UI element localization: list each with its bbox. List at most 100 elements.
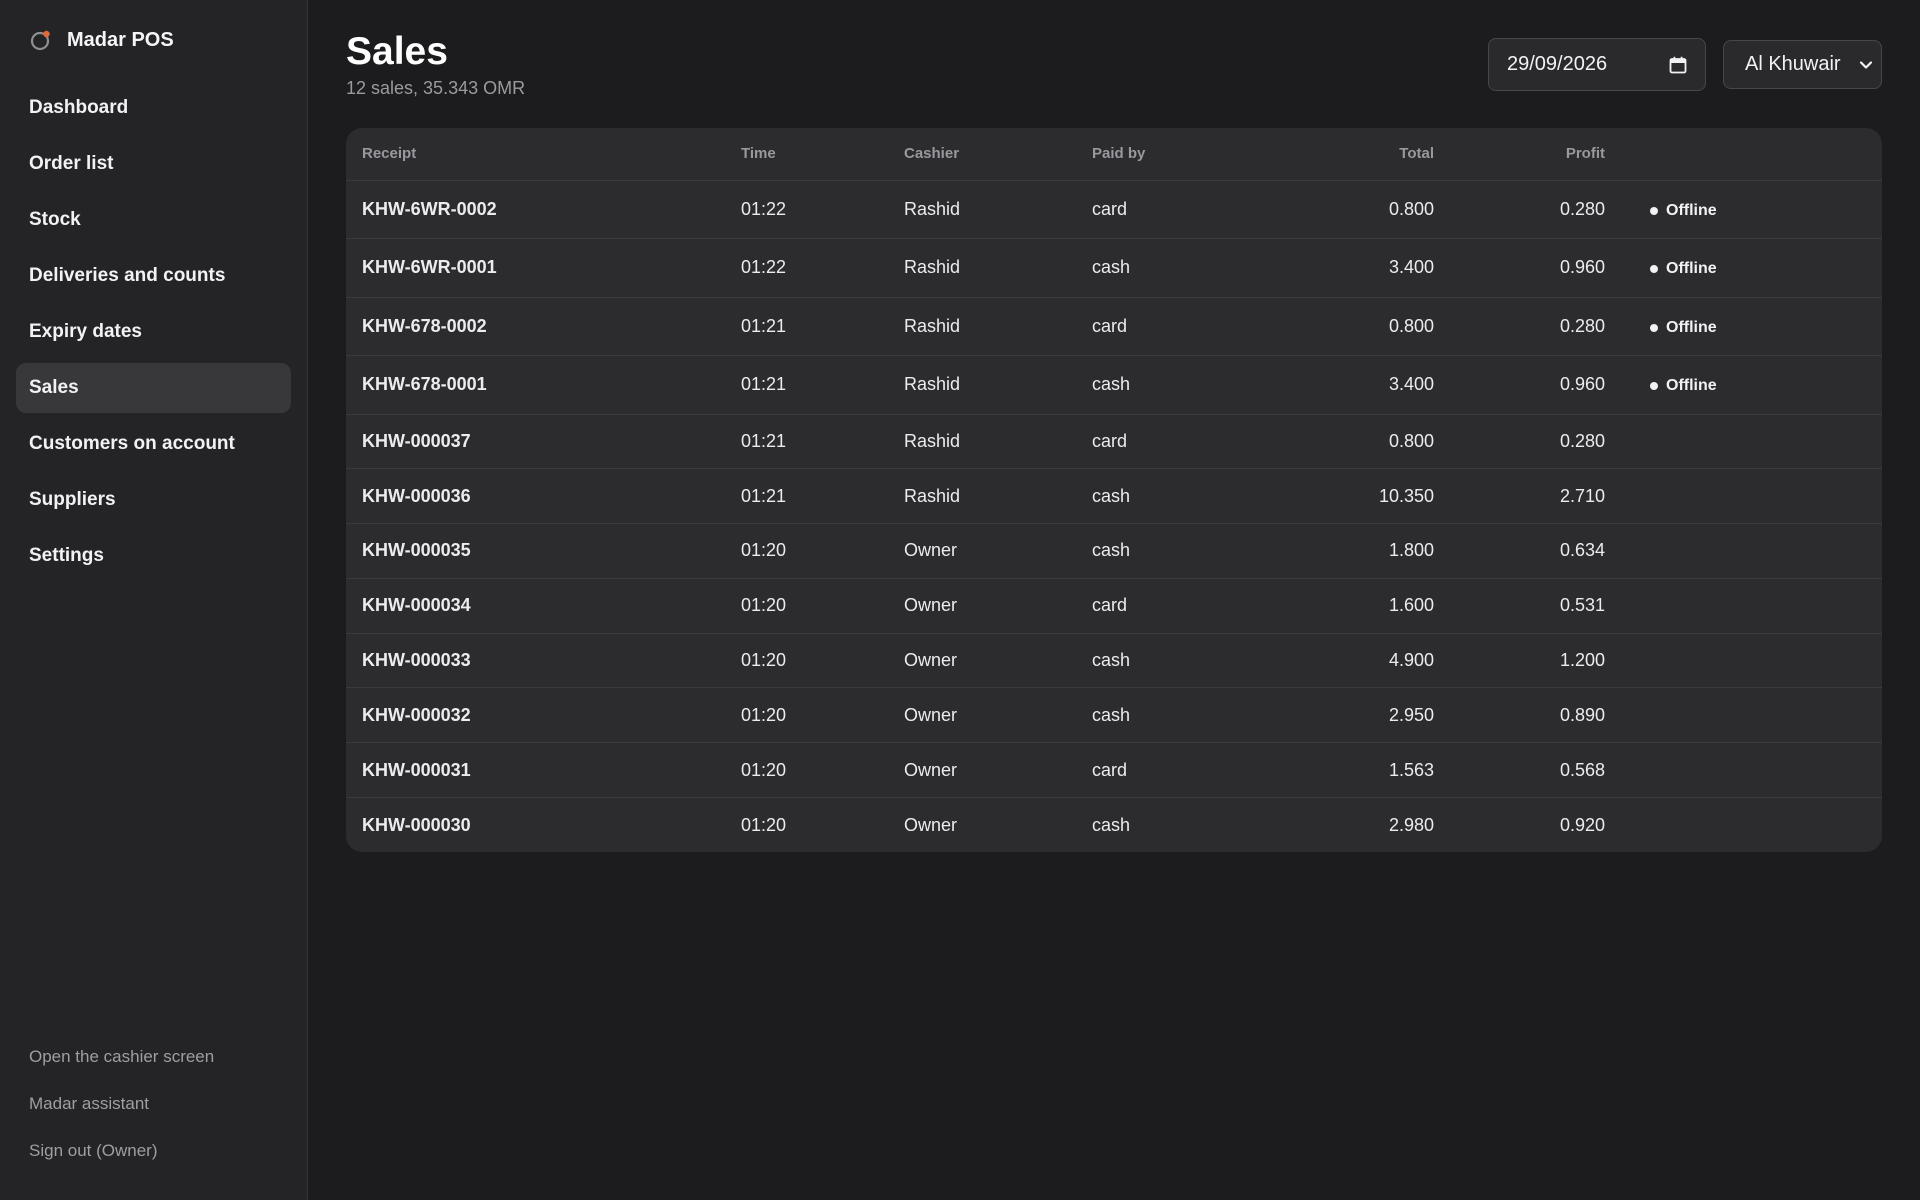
paid-by-cell: cash <box>1092 814 1131 835</box>
total-cell: 1.563 <box>1256 742 1434 799</box>
total-cell: 0.800 <box>1256 414 1434 470</box>
sidebar-item-order-list[interactable]: Order list <box>16 139 291 189</box>
branch-select[interactable]: Al Khuwair <box>1723 40 1882 89</box>
table-row[interactable]: KHW-000033 01:20 Owner cash 4.900 1.200 <box>346 633 1882 689</box>
time-cell: 01:21 <box>725 468 888 525</box>
status-dot-icon <box>1650 382 1658 391</box>
table-row[interactable]: KHW-6WR-0002 01:22 Rashid card 0.800 0.280 Off… <box>346 180 1882 239</box>
table-row[interactable]: KHW-000035 01:20 Owner cash 1.800 0.634 <box>346 523 1882 579</box>
table-row[interactable]: KHW-678-0001 01:21 Rashid cash 3.400 0.960 Off… <box>346 355 1882 415</box>
profit-cell: 0.280 <box>1434 297 1605 356</box>
paid-by-cell: card <box>1076 742 1256 799</box>
col-paid-by: Paid by <box>1076 128 1256 181</box>
profit-cell: 0.890 <box>1434 687 1605 744</box>
sidebar-item-deliveries[interactable]: Deliveries and counts <box>16 251 291 301</box>
receipt-cell: KHW-000034 <box>346 578 725 634</box>
cashier-cell: Owner <box>904 814 958 835</box>
app-shell: Madar POS Dashboard Order list Stock Delive… <box>0 0 1920 1200</box>
cashier-cell: Rashid <box>888 180 1076 239</box>
status-cell: Offline <box>1605 238 1882 298</box>
table-row[interactable]: KHW-000031 01:20 Owner card 1.563 0.568 <box>346 742 1882 799</box>
receipt-cell: KHW-000031 <box>346 742 725 799</box>
open-cashier-link[interactable]: Open the cashier screen <box>29 1033 214 1080</box>
paid-by-cell: card <box>1076 180 1256 239</box>
paid-by-cell: cash <box>1076 633 1256 689</box>
status-text: Offline <box>1666 318 1717 336</box>
sidebar-item-suppliers[interactable]: Suppliers <box>16 475 291 525</box>
total-cell: 2.980 <box>1388 814 1434 835</box>
receipt-cell: KHW-6WR-0001 <box>346 238 725 298</box>
time-cell: 01:20 <box>725 742 888 799</box>
table-row[interactable]: KHW-000034 01:20 Owner card 1.600 0.531 <box>346 578 1882 634</box>
status-text: Offline <box>1666 260 1717 278</box>
page-subtitle: 12 sales, 35.343 OMR <box>346 78 526 98</box>
paid-by-cell: card <box>1076 297 1256 356</box>
status-badge: Offline <box>1650 202 1717 220</box>
sidebar: Madar POS Dashboard Order list Stock Delive… <box>0 0 308 1200</box>
receipt-cell: KHW-000033 <box>346 633 725 689</box>
sidebar-item-settings[interactable]: Settings <box>16 531 291 581</box>
time-cell: 01:20 <box>725 633 888 689</box>
profit-cell: 0.568 <box>1434 742 1605 799</box>
total-cell: 0.800 <box>1256 297 1434 356</box>
cashier-cell: Rashid <box>888 297 1076 356</box>
cashier-cell: Owner <box>888 742 1076 799</box>
total-cell: 4.900 <box>1256 633 1434 689</box>
status-cell: Offline <box>1605 355 1882 415</box>
main-content: Sales 12 sales, 35.343 OMR 29/09/2026 Al… <box>308 0 1920 1200</box>
time-cell: 01:22 <box>725 180 888 239</box>
status-cell <box>1605 414 1882 470</box>
col-time: Time <box>725 128 888 181</box>
paid-by-cell: card <box>1076 414 1256 470</box>
paid-by-cell: cash <box>1076 355 1256 415</box>
madar-logo-icon <box>30 30 50 51</box>
table-row[interactable]: KHW-000037 01:21 Rashid card 0.800 0.280 <box>346 414 1882 470</box>
status-cell <box>1605 633 1882 689</box>
cashier-cell: Rashid <box>888 468 1076 525</box>
table-row[interactable]: KHW-000030 01:20 Owner cash 2.980 0.920 <box>346 798 1882 853</box>
sidebar-item-customers[interactable]: Customers on account <box>16 419 291 469</box>
paid-by-cell: card <box>1076 578 1256 634</box>
cashier-cell: Rashid <box>888 414 1076 470</box>
profit-cell: 2.710 <box>1434 468 1605 525</box>
date-value: 29/09/2026 <box>1507 53 1608 75</box>
time-cell: 01:20 <box>725 687 888 744</box>
time-cell: 01:21 <box>725 297 888 356</box>
receipt-cell: KHW-678-0002 <box>346 297 725 356</box>
total-cell: 10.350 <box>1256 468 1434 525</box>
receipt-cell: KHW-000037 <box>346 414 725 470</box>
table-body: KHW-6WR-0002 01:22 Rashid card 0.800 0.280 Off… <box>346 180 1882 852</box>
sidebar-item-expiry[interactable]: Expiry dates <box>16 307 291 357</box>
sidebar-item-stock[interactable]: Stock <box>16 195 291 245</box>
status-cell: Offline <box>1605 180 1882 239</box>
table-row[interactable]: KHW-000032 01:20 Owner cash 2.950 0.890 <box>346 687 1882 744</box>
receipt-cell: KHW-000035 <box>346 523 725 579</box>
sign-out-link[interactable]: Sign out (Owner) <box>29 1127 214 1174</box>
profit-cell: 0.280 <box>1434 180 1605 239</box>
brand: Madar POS <box>16 0 291 80</box>
paid-by-cell: cash <box>1076 523 1256 579</box>
time-cell: 01:22 <box>725 238 888 298</box>
profit-cell: 0.960 <box>1434 238 1605 298</box>
receipt-cell: KHW-6WR-0002 <box>346 180 725 239</box>
assistant-link[interactable]: Madar assistant <box>29 1080 214 1127</box>
calendar-icon[interactable] <box>1669 56 1687 74</box>
table-row[interactable]: KHW-678-0002 01:21 Rashid card 0.800 0.280 Off… <box>346 297 1882 356</box>
receipt-cell: KHW-678-0001 <box>346 355 725 415</box>
date-picker[interactable]: 29/09/2026 <box>1488 38 1706 91</box>
status-cell <box>1605 468 1882 525</box>
table-row[interactable]: KHW-6WR-0001 01:22 Rashid cash 3.400 0.960 Off… <box>346 238 1882 298</box>
total-cell: 2.950 <box>1256 687 1434 744</box>
status-dot-icon <box>1650 323 1658 332</box>
page-header: Sales 12 sales, 35.343 OMR 29/09/2026 Al… <box>346 28 1882 128</box>
table-row[interactable]: KHW-000036 01:21 Rashid cash 10.350 2.710 <box>346 468 1882 525</box>
paid-by-cell: cash <box>1076 238 1256 298</box>
sidebar-item-sales[interactable]: Sales <box>16 363 291 413</box>
profit-cell: 0.920 <box>1559 814 1605 835</box>
app-name: Madar POS <box>67 28 174 51</box>
sidebar-item-dashboard[interactable]: Dashboard <box>16 83 291 133</box>
time-cell: 01:20 <box>741 814 787 835</box>
chevron-down-icon <box>1859 60 1873 69</box>
status-text: Offline <box>1666 201 1717 219</box>
status-dot-icon <box>1650 265 1658 274</box>
